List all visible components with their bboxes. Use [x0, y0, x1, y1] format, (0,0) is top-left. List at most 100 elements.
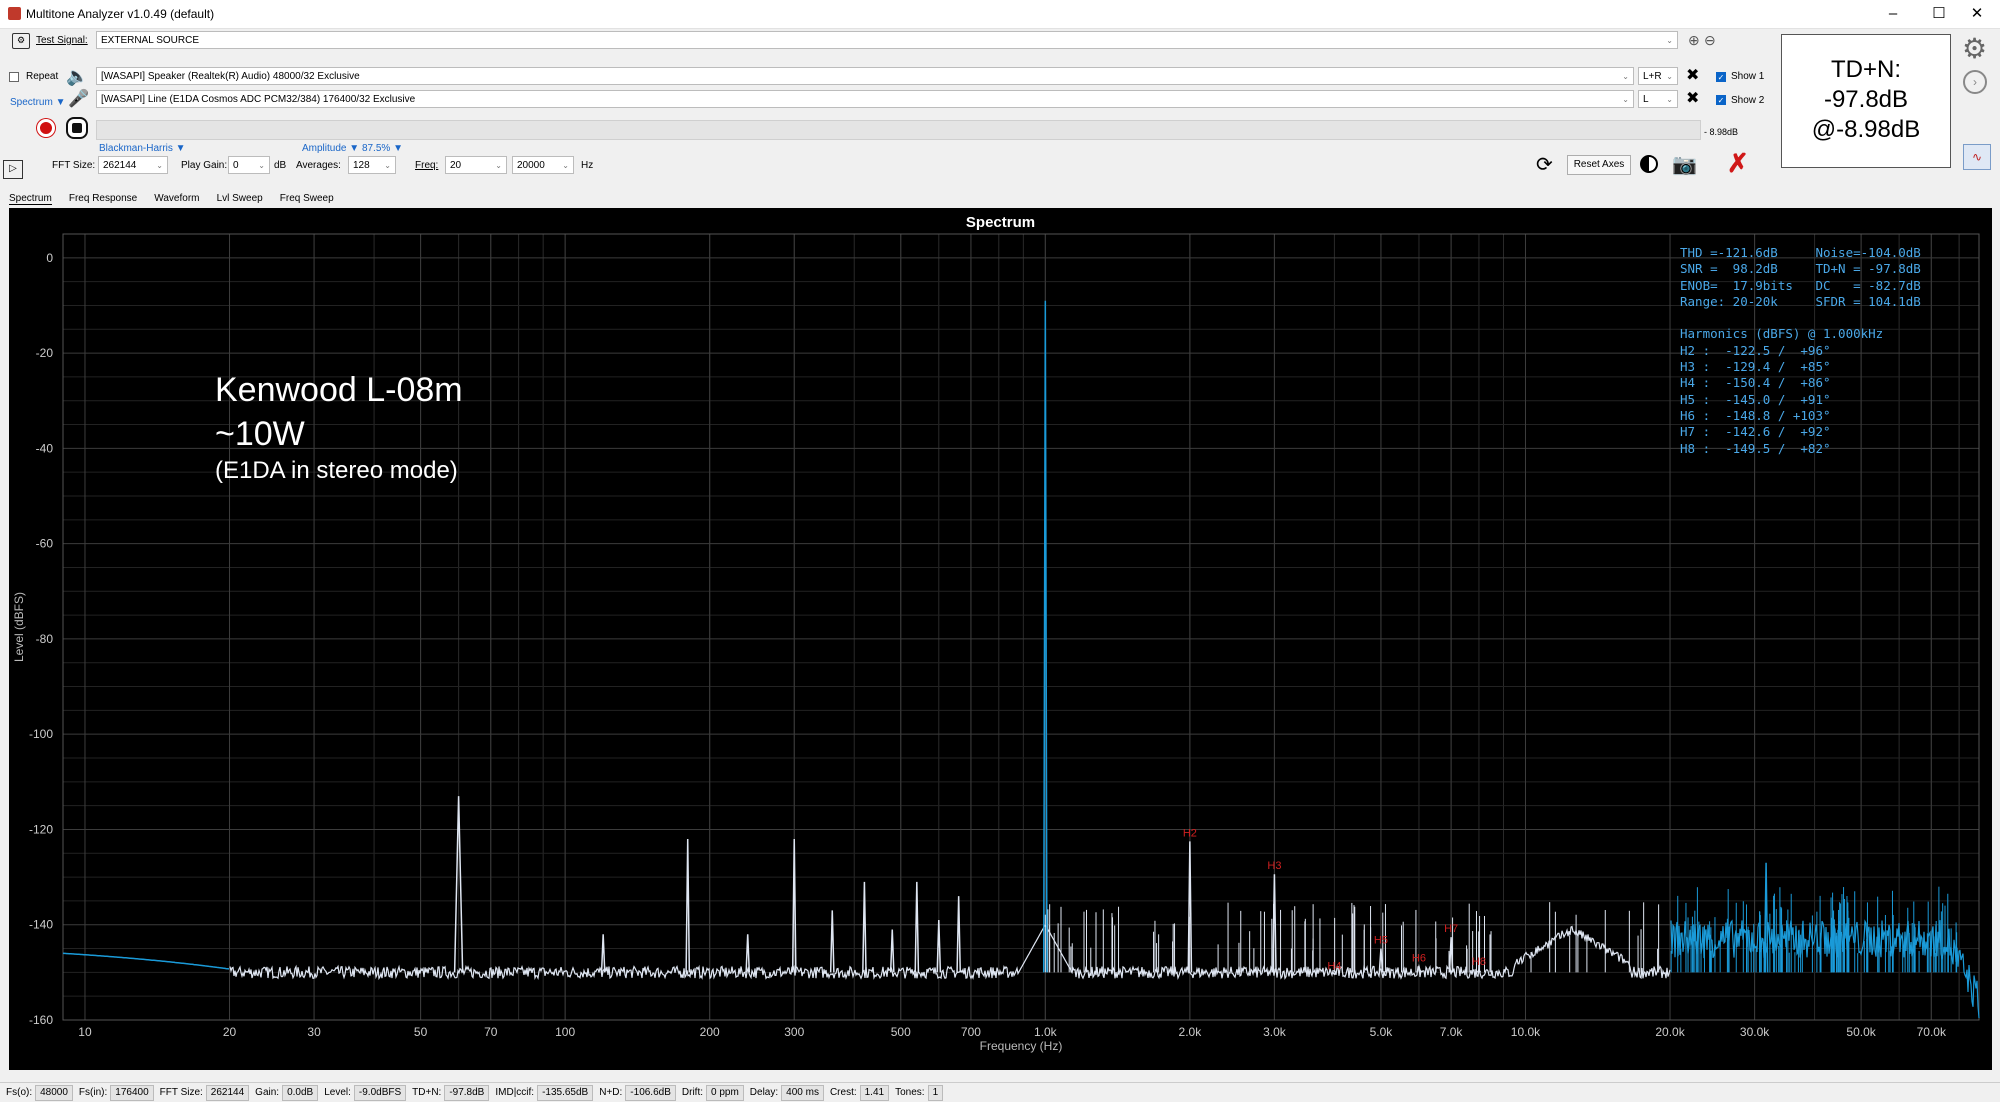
status-item: Tones: 1 — [895, 1083, 944, 1102]
status-value: 48000 — [35, 1085, 73, 1101]
status-item: FFT Size: 262144 — [160, 1083, 250, 1102]
reset-axes-button[interactable]: Reset Axes — [1567, 155, 1631, 175]
y-tick-label: -160 — [29, 1013, 53, 1027]
x-tick-label: 10.0k — [1511, 1025, 1541, 1039]
status-item: Delay: 400 ms — [750, 1083, 824, 1102]
status-item: TD+N: -97.8dB — [412, 1083, 490, 1102]
y-tick-label: 0 — [46, 251, 53, 265]
test-signal-icon[interactable]: ⚙ — [12, 33, 30, 49]
tdn-line2: -97.8dB — [1823, 86, 1909, 113]
x-tick-label: 1.0k — [1034, 1025, 1058, 1039]
harmonic-label: H8 — [1472, 956, 1486, 968]
stats-line: H7 : -142.6 / +92° — [1680, 424, 1831, 440]
status-item: Crest: 1.41 — [830, 1083, 890, 1102]
stats-line: H5 : -145.0 / +91° — [1680, 391, 1831, 407]
add-icon[interactable]: ⊕ — [1688, 32, 1700, 49]
status-label: Drift: — [681, 1087, 703, 1098]
status-value: -97.8dB — [444, 1085, 490, 1101]
sidebar-toggle-icon[interactable]: ▷ — [3, 160, 23, 179]
annotation: Kenwood L-08m ~10W (E1DA in stereo mode) — [215, 368, 463, 486]
status-label: N+D: — [599, 1087, 623, 1098]
show2-checkbox[interactable]: ✓ — [1716, 95, 1726, 105]
stop-button[interactable] — [68, 119, 86, 137]
spectrum-peak — [600, 934, 606, 973]
clock-icon[interactable]: › — [1963, 70, 1987, 94]
stats-panel: THD =-121.6dB Noise=-104.0dB SNR = 98.2dB… — [1680, 245, 1921, 457]
fft-size-select[interactable]: 262144 ⌄ — [98, 156, 168, 174]
spectrum-chart[interactable]: Spectrum 0 -20 -40 -60 -80 -100 -120 -140 -160 10… — [9, 208, 1992, 1070]
input-settings-icon[interactable]: ✖ — [1686, 88, 1699, 108]
clear-icon[interactable]: ✗ — [1727, 148, 1749, 179]
spectrum-peak — [914, 881, 920, 973]
app-icon — [8, 7, 21, 20]
status-item: IMD|ccif: -135.65dB — [495, 1083, 594, 1102]
gear-icon[interactable]: ⚙ — [1962, 32, 1987, 65]
play-gain-select[interactable]: 0 ⌄ — [228, 156, 270, 174]
remove-icon[interactable]: ⊖ — [1704, 32, 1716, 49]
harmonic-label: H4 — [1327, 960, 1341, 972]
status-item: Fs(o): 48000 — [6, 1083, 73, 1102]
status-label: Tones: — [895, 1087, 925, 1098]
contrast-icon[interactable] — [1640, 155, 1658, 173]
averages-select[interactable]: 128 ⌄ — [348, 156, 396, 174]
stats-line: SNR = 98.2dB TD+N = -97.8dB — [1680, 261, 1921, 277]
microphone-icon[interactable]: 🎤 — [68, 89, 89, 109]
waveform-icon[interactable]: ∿ — [1963, 144, 1991, 170]
status-item: Drift: 0 ppm — [682, 1083, 744, 1102]
repeat-checkbox[interactable] — [9, 72, 19, 82]
status-value: 400 ms — [781, 1085, 824, 1101]
freq-to-select[interactable]: 20000 ⌄ — [512, 156, 574, 174]
level-meter — [96, 120, 1701, 140]
tdn-line1: TD+N: — [1830, 56, 1901, 83]
freq-from-select[interactable]: 20 ⌄ — [445, 156, 507, 174]
stats-line: H2 : -122.5 / +96° — [1680, 342, 1831, 358]
tab-lvl-sweep[interactable]: Lvl Sweep — [217, 193, 263, 204]
window-function-menu[interactable]: Blackman-Harris ▼ — [99, 143, 186, 154]
minimize-icon[interactable]: – — [1870, 0, 1916, 28]
output-device-select[interactable]: [WASAPI] Speaker (Realtek(R) Audio) 4800… — [96, 67, 1634, 85]
close-icon[interactable]: ✕ — [1954, 0, 2000, 28]
tab-freq-response[interactable]: Freq Response — [69, 193, 137, 204]
harmonic-label: H3 — [1267, 860, 1281, 872]
show1-checkbox[interactable]: ✓ — [1716, 72, 1726, 82]
x-tick-label: 300 — [784, 1025, 804, 1039]
y-tick-label: -60 — [36, 537, 54, 551]
amplitude-menu[interactable]: Amplitude ▼ 87.5% ▼ — [302, 143, 403, 154]
annotation-line3: (E1DA in stereo mode) — [215, 457, 458, 484]
x-tick-label: 3.0k — [1263, 1025, 1287, 1039]
annotation-line1: Kenwood L-08m — [215, 371, 463, 409]
status-label: FFT Size: — [159, 1087, 203, 1098]
x-tick-label: 30.0k — [1740, 1025, 1770, 1039]
spectrum-peak — [685, 838, 691, 973]
camera-icon[interactable]: 📷 — [1672, 152, 1697, 177]
annotation-line2: ~10W — [215, 415, 305, 453]
input-channel-select[interactable]: L ⌄ — [1638, 90, 1678, 108]
x-tick-label: 2.0k — [1179, 1025, 1203, 1039]
speaker-icon[interactable]: 🔈 — [66, 66, 88, 87]
spectrum-menu[interactable]: Spectrum ▼ — [10, 97, 65, 108]
stats-line: H8 : -149.5 / +82° — [1680, 440, 1831, 456]
status-value: -135.65dB — [537, 1085, 594, 1101]
status-item: Gain: 0.0dB — [255, 1083, 319, 1102]
spectrum-peak — [829, 910, 835, 973]
status-label: Gain: — [255, 1087, 280, 1098]
output-channel-select[interactable]: L+R ⌄ — [1638, 67, 1678, 85]
status-item: N+D: -106.6dB — [599, 1083, 676, 1102]
test-signal-select[interactable]: EXTERNAL SOURCE ⌄ — [96, 31, 1678, 49]
stats-line: ENOB= 17.9bits DC = -82.7dB — [1680, 277, 1921, 293]
low-band-trace — [62, 952, 230, 970]
tab-spectrum[interactable]: Spectrum — [9, 193, 52, 205]
tab-waveform[interactable]: Waveform — [154, 193, 199, 204]
tab-freq-sweep[interactable]: Freq Sweep — [280, 193, 334, 204]
output-settings-icon[interactable]: ✖ — [1686, 65, 1699, 85]
record-button[interactable] — [37, 119, 55, 137]
status-label: Level: — [324, 1087, 351, 1098]
harmonic-label: H6 — [1412, 953, 1426, 965]
status-value: 1.41 — [859, 1085, 890, 1101]
refresh-icon[interactable]: ⟳ — [1536, 152, 1553, 177]
y-tick-label: -140 — [29, 918, 53, 932]
x-tick-label: 20.0k — [1655, 1025, 1685, 1039]
spectrum-peak — [889, 929, 895, 973]
input-device-select[interactable]: [WASAPI] Line (E1DA Cosmos ADC PCM32/384… — [96, 90, 1634, 108]
stats-line: Harmonics (dBFS) @ 1.000kHz — [1680, 326, 1884, 342]
